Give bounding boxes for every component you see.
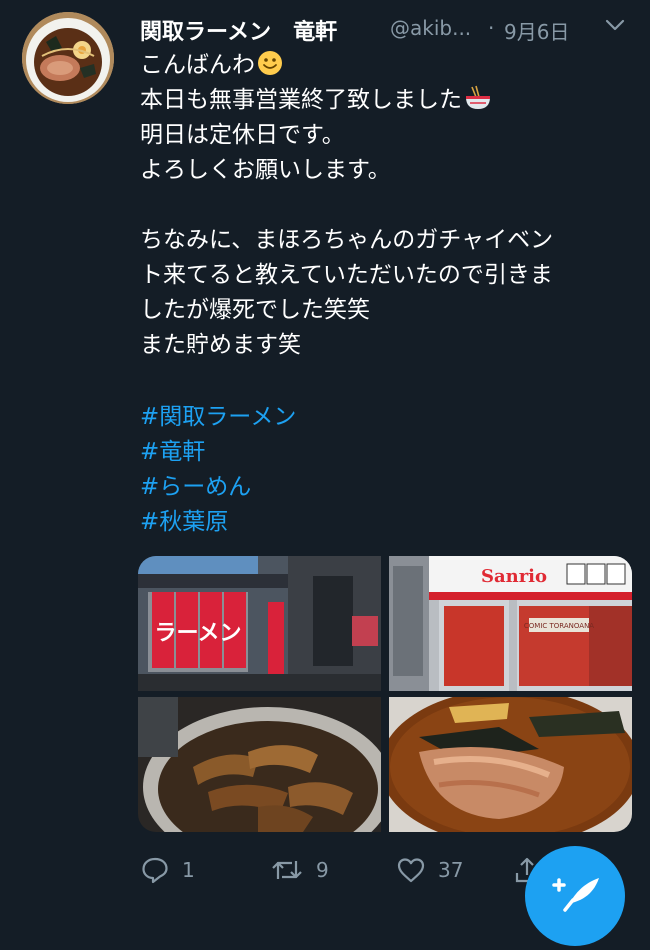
reply-button[interactable]: 1 xyxy=(140,854,195,886)
photo-chashu-pot[interactable] xyxy=(138,697,381,832)
tweet-line: よろしくお願いします。 xyxy=(140,157,391,183)
separator-dot: · xyxy=(488,16,495,40)
ramen-bowl-emoji-icon xyxy=(464,85,492,122)
tweet-text: こんばんわ 本日も無事営業終了致しました 明日は定休日です。 よろしくお願いしま… xyxy=(140,48,640,363)
comic-sign-text: COMIC TORANOANA xyxy=(524,622,594,630)
hashtag-link[interactable]: #竜軒 xyxy=(140,435,296,470)
tweet-header: 関取ラーメン 竜軒 @akib... · 9月6日 xyxy=(140,14,640,48)
smiling-face-emoji-icon xyxy=(257,50,283,87)
heart-icon xyxy=(397,858,425,883)
user-handle[interactable]: @akib... xyxy=(390,16,471,40)
tweet-line: 明日は定休日です。 xyxy=(140,122,345,148)
photo-ramen-bowl[interactable] xyxy=(389,697,632,832)
retweet-arrows-icon xyxy=(272,861,302,879)
hashtag-link[interactable]: #秋葉原 xyxy=(140,505,296,540)
user-avatar[interactable] xyxy=(22,12,114,104)
chevron-down-icon[interactable] xyxy=(604,14,626,36)
compose-tweet-button[interactable] xyxy=(525,846,625,946)
like-count: 37 xyxy=(438,858,464,882)
retweet-count: 9 xyxy=(316,858,329,882)
reply-count: 1 xyxy=(182,858,195,882)
like-button[interactable]: 37 xyxy=(396,854,463,886)
tweet-line: したが爆死でした笑笑 xyxy=(140,297,370,323)
hashtag-list: #関取ラーメン #竜軒 #らーめん #秋葉原 xyxy=(140,400,296,540)
compose-feather-icon xyxy=(552,878,599,912)
sanrio-sign-text: Sanrio xyxy=(481,566,547,587)
retweet-button[interactable]: 9 xyxy=(270,854,329,886)
speech-bubble-icon xyxy=(142,857,168,884)
photo-sanrio-store[interactable]: Sanrio COMIC TORANOANA xyxy=(389,556,632,691)
hashtag-link[interactable]: #関取ラーメン xyxy=(140,400,296,435)
display-name[interactable]: 関取ラーメン 竜軒 xyxy=(140,14,337,46)
ramen-sign-text: ラーメン xyxy=(154,621,241,646)
tweet-line: ちなみに、まほろちゃんのガチャイベン xyxy=(140,227,554,253)
tweet-line: ト来てると教えていただいたので引きま xyxy=(140,262,553,288)
media-grid: ラーメン Sanrio COMIC TORANOANA xyxy=(138,556,632,832)
tweet-line: こんばんわ xyxy=(140,48,640,83)
hashtag-link[interactable]: #らーめん xyxy=(140,470,296,505)
tweet-line: 本日も無事営業終了致しました xyxy=(140,83,640,118)
tweet-line: また貯めます笑 xyxy=(140,332,301,358)
photo-shop-front[interactable]: ラーメン xyxy=(138,556,381,691)
tweet-date[interactable]: 9月6日 xyxy=(504,16,569,45)
